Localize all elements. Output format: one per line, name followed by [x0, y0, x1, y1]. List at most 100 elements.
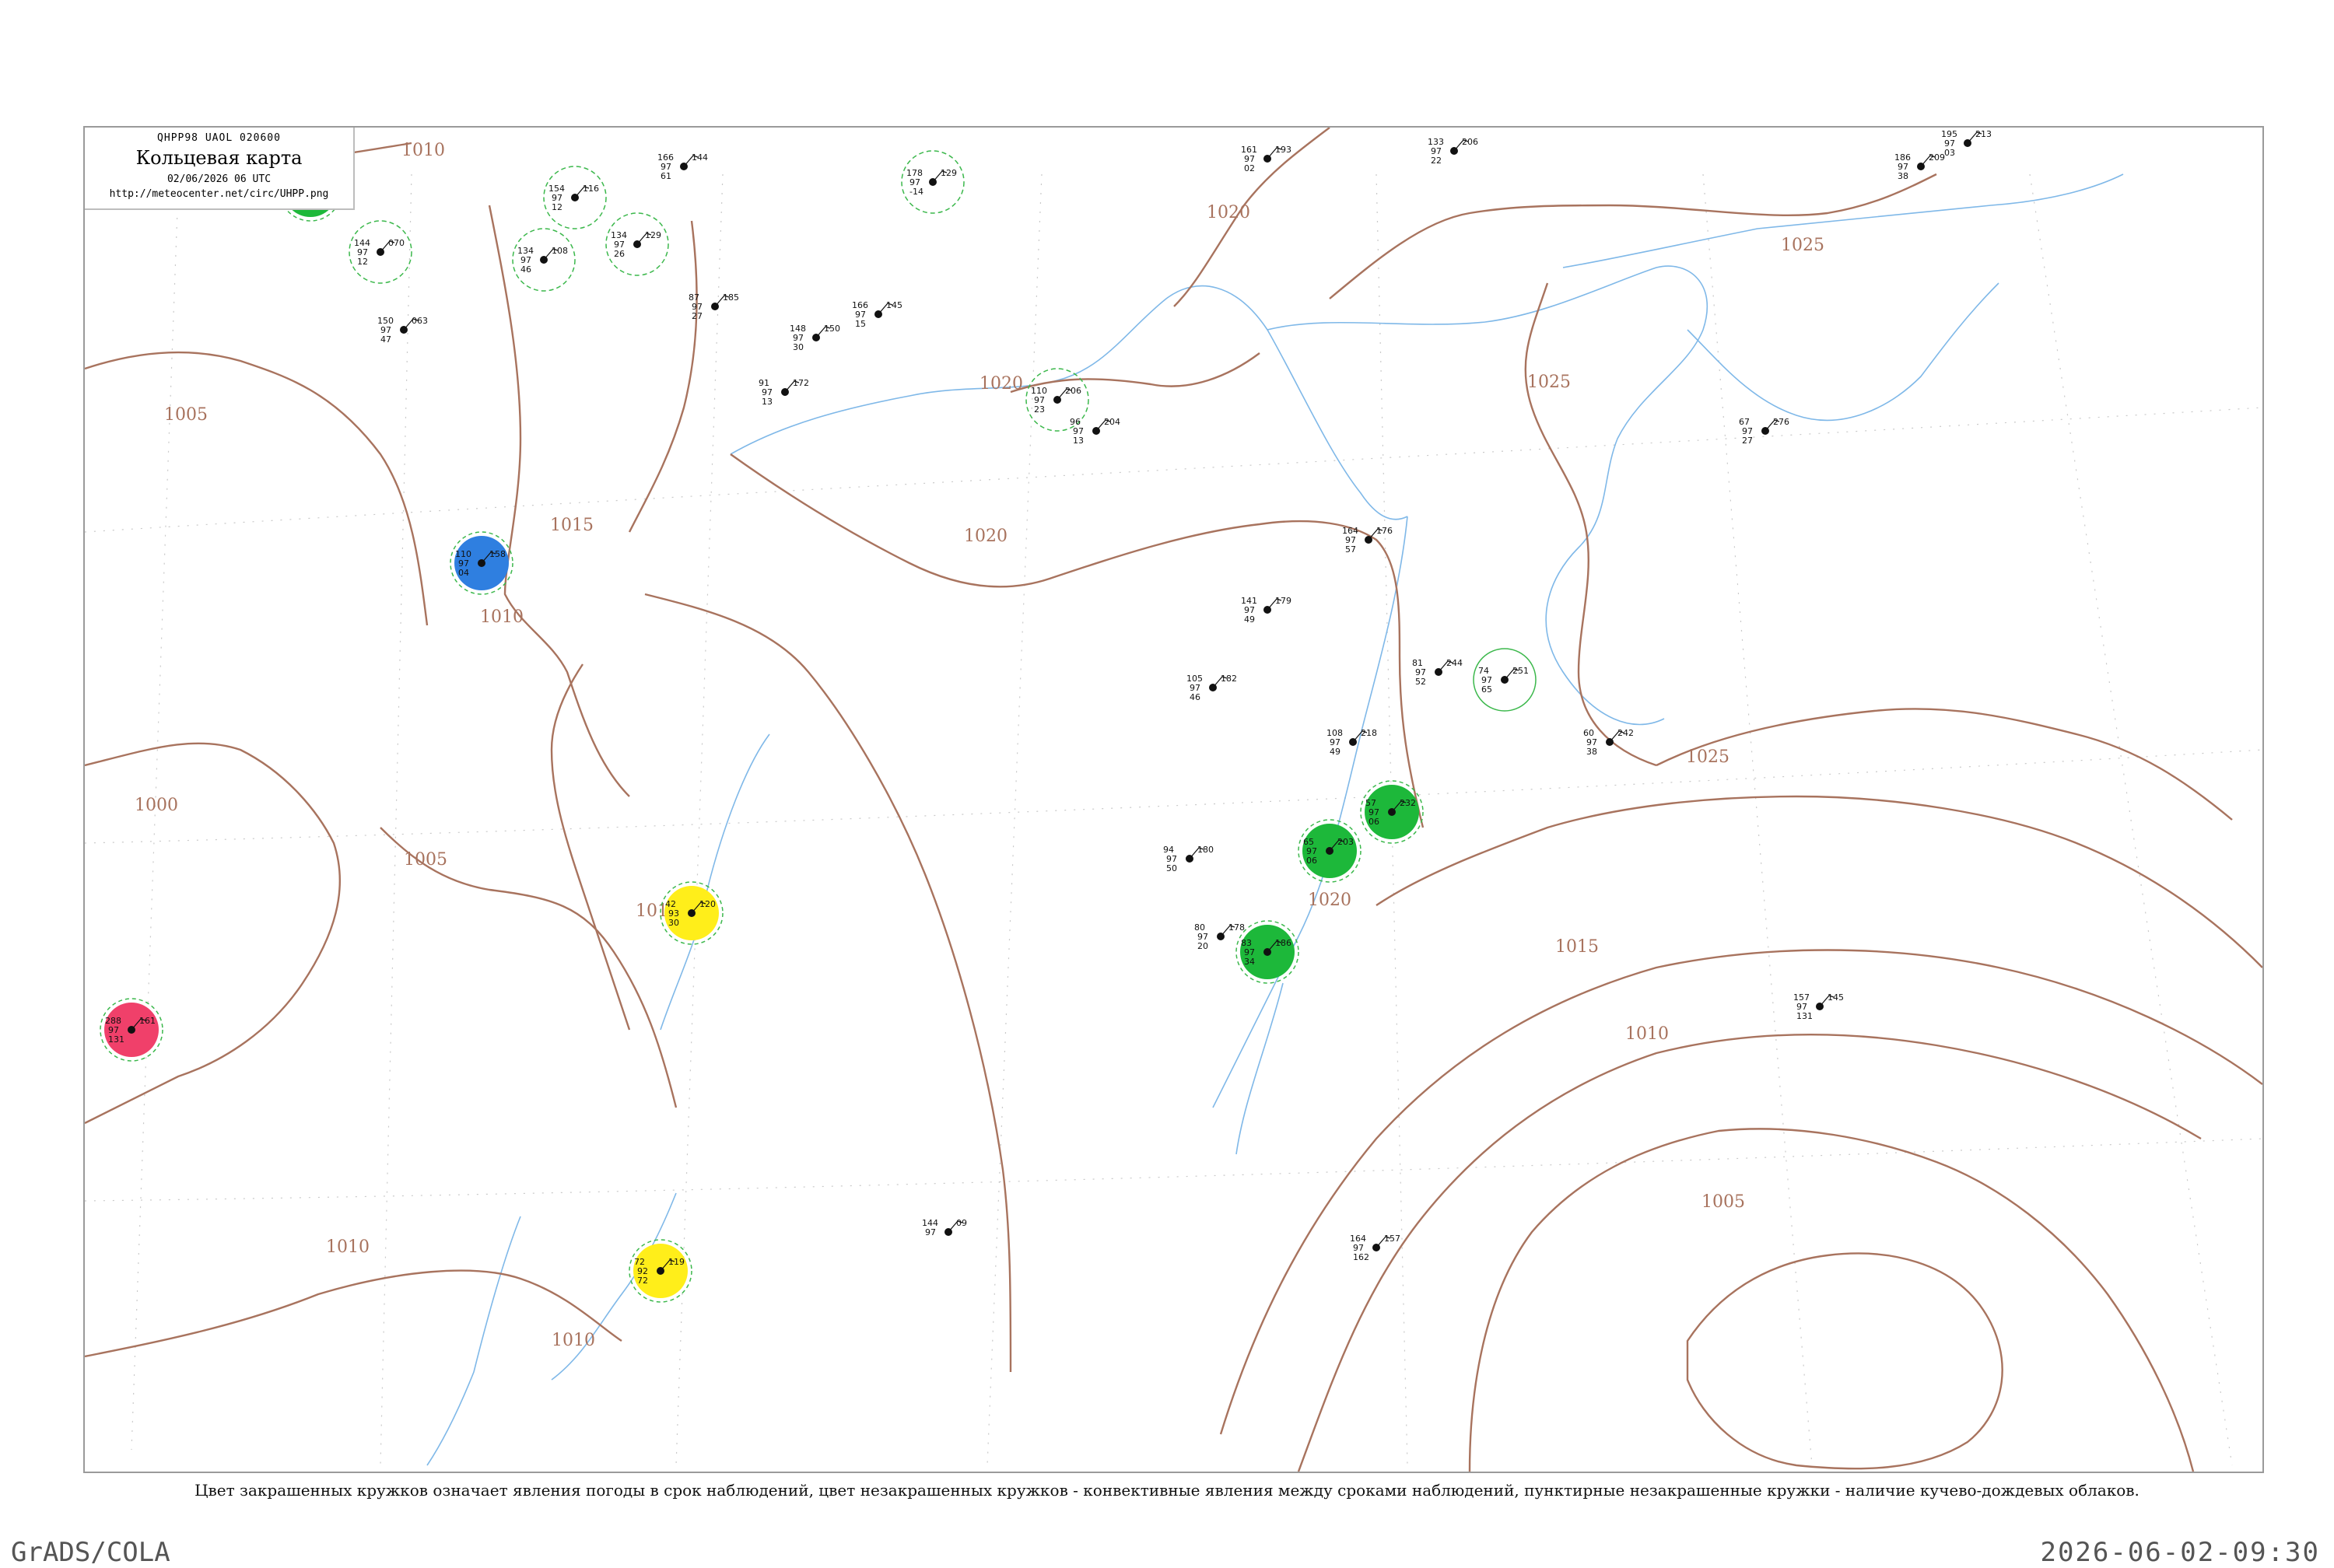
weather-station[interactable]: 72 1199272 [629, 1239, 692, 1303]
station-value-t: 242 [1617, 728, 1634, 738]
station-value-t: 161 [139, 1016, 156, 1026]
isobar-label: 1020 [1207, 203, 1250, 222]
isobar-label: 1010 [401, 141, 445, 160]
station-value-t: 179 [1275, 596, 1291, 606]
station-value-t: 232 [1400, 798, 1416, 808]
station-value-t: 176 [1376, 526, 1393, 536]
station-value-td: 03 [1944, 148, 1955, 158]
station-value-t: 276 [1773, 417, 1789, 427]
station-value-td: 50 [1166, 863, 1177, 873]
weather-station[interactable]: 195 2139703 [1941, 129, 1992, 158]
station-value-t: 09 [956, 1218, 967, 1228]
station-value-td: 61 [661, 171, 671, 181]
footer-timestamp: 2026-06-02-09:30 [2040, 1537, 2320, 1568]
footer-software: GrADS/COLA [11, 1537, 170, 1568]
weather-station[interactable]: 166 1459715 [852, 300, 902, 329]
weather-station[interactable]: 65 2039706 [1298, 819, 1362, 883]
weather-station[interactable]: 288 16197131 [100, 998, 163, 1062]
weather-station[interactable]: 150 0639747 [377, 316, 428, 345]
station-value-t: 145 [1828, 992, 1844, 1003]
station-value-td: 02 [1244, 163, 1255, 173]
station-value-td: 47 [380, 334, 391, 345]
isobar-label: 1005 [1701, 1192, 1745, 1212]
station-value-td: 162 [1353, 1252, 1369, 1262]
station-value-t: 193 [1275, 145, 1291, 155]
station-value-td: 49 [1244, 614, 1255, 625]
isobar-label: 1020 [980, 374, 1023, 394]
station-value-dt: 97 [925, 1227, 936, 1237]
station-value-td: -14 [909, 187, 923, 197]
weather-station[interactable]: 57 2329706 [1360, 780, 1424, 844]
bulletin-code: QHPP98 UAOL 020600 [157, 132, 281, 144]
station-value-td: 04 [458, 568, 469, 578]
weather-station[interactable]: 166 1449761 [657, 152, 708, 181]
station-value-td: 13 [1073, 436, 1084, 446]
weather-station[interactable]: 154 1169712 [543, 166, 607, 229]
weather-station[interactable]: 83 1869734 [1235, 920, 1299, 984]
weather-station[interactable]: 42 1209330 [660, 881, 724, 945]
station-value-td: 22 [1431, 156, 1442, 166]
station-value-t: 251 [1512, 666, 1529, 676]
isobar-label: 1015 [1555, 937, 1599, 957]
station-value-t: 157 [1384, 1234, 1400, 1244]
station-value-td: 12 [357, 257, 368, 267]
station-value-td: 57 [1345, 544, 1356, 555]
weather-station[interactable]: 157 14597131 [1793, 992, 1844, 1021]
station-value-td: 46 [1190, 692, 1200, 702]
weather-station[interactable]: 134 1089746 [512, 228, 576, 292]
weather-station[interactable]: 105 1829746 [1186, 674, 1237, 702]
isobar-label: 1010 [326, 1237, 370, 1257]
station-value-td: 65 [1481, 684, 1492, 695]
isobar-label: 1005 [404, 850, 447, 870]
station-value-td: 49 [1330, 747, 1340, 757]
weather-station[interactable]: 96 2049713 [1070, 417, 1120, 446]
station-value-t: 209 [1929, 152, 1945, 163]
map-grid [85, 173, 2262, 1466]
weather-station[interactable]: 94 1809750 [1163, 845, 1214, 873]
isobar-label: 1010 [552, 1331, 595, 1350]
map-url: http://meteocenter.net/circ/UHPP.png [109, 188, 329, 200]
station-value-t: 182 [1221, 674, 1237, 684]
station-value-td: 72 [637, 1276, 648, 1286]
weather-station[interactable]: 144 0997 [922, 1218, 967, 1237]
isobar-label: 1020 [1308, 891, 1351, 910]
station-value-t: 178 [1228, 922, 1245, 933]
station-value-t: 120 [699, 899, 716, 909]
station-value-t: 116 [583, 184, 599, 194]
station-value-td: 06 [1369, 817, 1379, 827]
station-value-td: 23 [1034, 404, 1045, 415]
weather-station[interactable]: 91 1729713 [759, 378, 809, 407]
isobar-label: 1010 [480, 607, 524, 627]
weather-station[interactable]: 144 0709712 [349, 220, 412, 284]
station-value-td: 38 [1898, 171, 1908, 181]
weather-station[interactable]: 133 2069722 [1428, 137, 1478, 166]
weather-station[interactable]: 87 1859727 [689, 292, 739, 321]
isobar-label: 1020 [964, 527, 1008, 546]
weather-station[interactable]: 161 1939702 [1241, 145, 1291, 173]
station-value-td: 12 [552, 202, 562, 212]
weather-station[interactable]: 108 2189749 [1326, 728, 1377, 757]
weather-station[interactable]: 148 1509730 [790, 324, 840, 352]
weather-station[interactable]: 178 12997-14 [901, 150, 965, 214]
station-value-t: 063 [412, 316, 428, 326]
weather-map: 1010 1005 1000 1005 1010 1015 1010 1010 … [85, 128, 2262, 1472]
weather-station[interactable]: 80 1789720 [1194, 922, 1245, 951]
isobar-label: 1010 [1625, 1024, 1669, 1044]
legend-caption: Цвет закрашенных кружков означает явлени… [194, 1481, 2140, 1500]
weather-station[interactable]: 186 2099738 [1894, 152, 1945, 181]
station-value-td: 131 [1796, 1011, 1813, 1021]
weather-station[interactable]: 110 1589704 [450, 531, 513, 595]
weather-station[interactable]: 141 1799749 [1241, 596, 1291, 625]
isobar-label: 1015 [550, 516, 594, 535]
station-value-t: 150 [824, 324, 840, 334]
station-value-t: 070 [388, 238, 405, 248]
weather-station[interactable]: 81 2449752 [1412, 658, 1463, 687]
weather-station[interactable]: 67 2769727 [1739, 417, 1789, 446]
weather-station[interactable]: 74 2519765 [1473, 648, 1537, 712]
station-value-t: 172 [793, 378, 809, 388]
weather-station[interactable]: 134 1299726 [605, 212, 669, 276]
station-value-td: 13 [762, 397, 773, 407]
station-value-td: 131 [108, 1034, 124, 1045]
station-value-t: 185 [723, 292, 739, 303]
station-value-t: 129 [941, 168, 957, 178]
